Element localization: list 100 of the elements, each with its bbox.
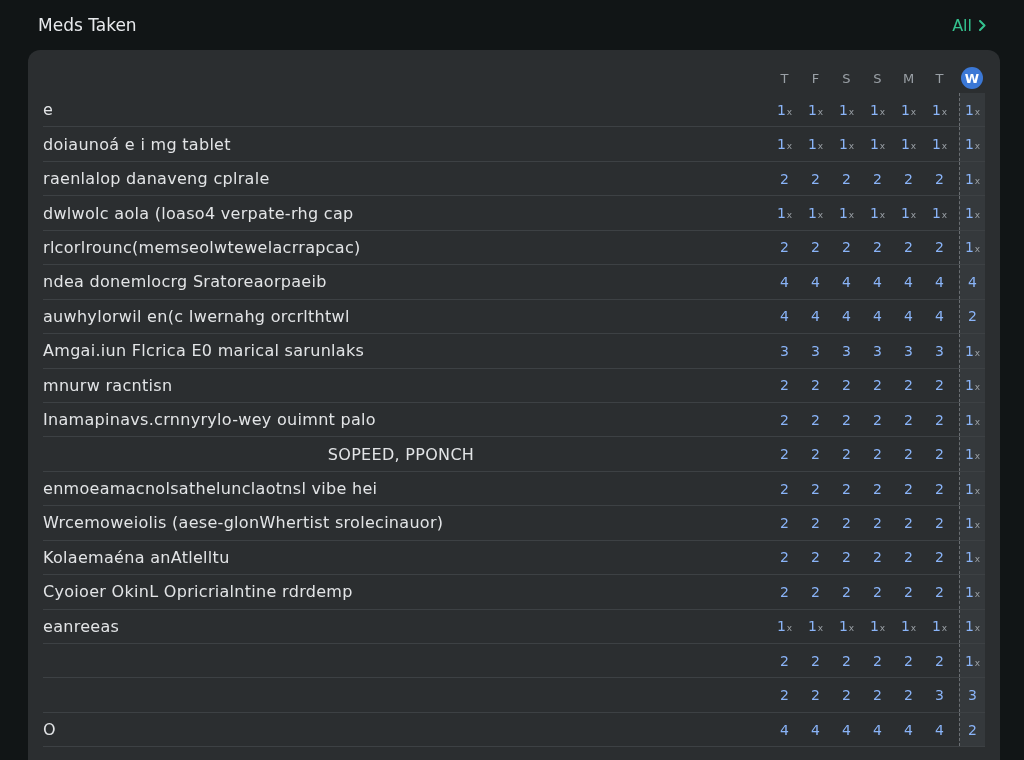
dose-count: 1 x	[869, 618, 886, 635]
med-name: Amgai.iun Flcrica E0 marical sarunlaks	[43, 341, 365, 361]
dose-count: 4	[904, 273, 913, 290]
dose-count: 3	[968, 687, 977, 704]
dose-count: 4	[935, 721, 944, 738]
dose-count: 1 x	[964, 136, 981, 153]
dose-count: 4	[811, 721, 820, 738]
dose-count: 3	[811, 342, 820, 359]
dose-count: 2	[842, 549, 851, 566]
dose-count: 4	[968, 273, 977, 290]
day-label[interactable]: T	[780, 70, 789, 86]
dose-count: 4	[811, 308, 820, 325]
med-name: raenlalop danaveng cplrale	[43, 169, 270, 189]
dose-count: 4	[811, 273, 820, 290]
dose-count: 2	[780, 583, 789, 600]
dose-count: 1 x	[838, 136, 855, 153]
med-name: Wrcemoweiolis (aese-glonWhertist srolecinauor)	[43, 513, 444, 533]
dose-count: 1 x	[838, 205, 855, 222]
med-name: Inamapinavs.crnnyrylo-wey ouimnt palo	[43, 410, 376, 430]
dose-count: 2	[904, 687, 913, 704]
dose-count: 2	[842, 446, 851, 463]
dose-count: 4	[904, 721, 913, 738]
dose-count: 2	[873, 170, 882, 187]
dose-count: 1 x	[931, 618, 948, 635]
med-name: mnurw racntisn	[43, 375, 173, 395]
dose-count: 1 x	[964, 239, 981, 256]
dose-count: 1 x	[964, 618, 981, 635]
dose-count: 2	[811, 514, 820, 531]
dose-count: 1 x	[900, 136, 917, 153]
day-label[interactable]: S	[873, 70, 882, 86]
dose-count: 2	[904, 239, 913, 256]
dose-count: 2	[873, 480, 882, 497]
dose-count: 2	[811, 411, 820, 428]
chevron-icon	[979, 19, 986, 31]
dose-count: 2	[904, 652, 913, 669]
day-label[interactable]: W	[961, 67, 983, 89]
dose-count: 1 x	[964, 652, 981, 669]
dose-count: 2	[842, 652, 851, 669]
day-label[interactable]: S	[842, 70, 851, 86]
dose-count: 2	[935, 411, 944, 428]
dose-count: 1 x	[964, 411, 981, 428]
all-link[interactable]: All	[952, 15, 986, 35]
dose-count: 1 x	[964, 480, 981, 497]
med-name: dwlwolc aola (loaso4 verpate-rhg cap	[43, 203, 354, 223]
med-name: Kolaemaéna anAtlelltu	[43, 547, 230, 567]
dose-count: 2	[935, 652, 944, 669]
dose-count: 1 x	[776, 136, 793, 153]
dose-count: 2	[873, 687, 882, 704]
dose-count: 1 x	[807, 205, 824, 222]
dose-count: 1 x	[964, 342, 981, 359]
dose-count: 2	[935, 480, 944, 497]
dose-count: 1 x	[869, 101, 886, 118]
dose-count: 2	[780, 480, 789, 497]
dose-count: 1 x	[869, 136, 886, 153]
med-name: SOPEED, PPONCH	[327, 444, 475, 464]
dose-count: 2	[873, 583, 882, 600]
dose-count: 1 x	[807, 101, 824, 118]
dose-count: 2	[842, 239, 851, 256]
dose-count: 4	[842, 721, 851, 738]
dose-count: 1 x	[900, 618, 917, 635]
dose-count: 2	[811, 549, 820, 566]
day-label[interactable]: F	[811, 70, 820, 86]
dose-count: 2	[935, 239, 944, 256]
day-label[interactable]: T	[935, 70, 944, 86]
dose-count: 2	[780, 170, 789, 187]
dose-count: 1 x	[964, 205, 981, 222]
dose-count: 2	[873, 549, 882, 566]
dose-count: 1 x	[931, 136, 948, 153]
day-label[interactable]: M	[902, 70, 915, 86]
dose-count: 4	[935, 273, 944, 290]
dose-count: 1 x	[900, 205, 917, 222]
dose-count: 3	[904, 342, 913, 359]
med-name: auwhylorwil en(c Iwernahg orcrlthtwl	[43, 306, 350, 326]
dose-count: 2	[935, 514, 944, 531]
dose-count: 1 x	[964, 101, 981, 118]
dose-count: 2	[873, 446, 882, 463]
dose-count: 1 x	[964, 514, 981, 531]
dose-count: 2	[842, 480, 851, 497]
med-name: ndea donemlocrg Sratoreaorpaeib	[43, 272, 327, 292]
section-title: Meds Taken	[38, 15, 137, 35]
dose-count: 4	[780, 308, 789, 325]
dose-count: 2	[780, 652, 789, 669]
dose-count: 2	[780, 687, 789, 704]
dose-count: 1 x	[807, 136, 824, 153]
dose-count: 3	[935, 342, 944, 359]
dose-count: 2	[904, 480, 913, 497]
med-name: Cyoioer OkinL Opricrialntine rdrdemp	[43, 582, 353, 602]
dose-count: 2	[904, 446, 913, 463]
dose-count: 2	[968, 308, 977, 325]
dose-count: 1 x	[964, 377, 981, 394]
dose-count: 1 x	[931, 101, 948, 118]
dose-count: 1 x	[838, 101, 855, 118]
dose-count: 1 x	[838, 618, 855, 635]
med-name: rlcorlrounc(memseolwtewelacrrapcac)	[43, 237, 361, 257]
dose-count: 4	[842, 273, 851, 290]
dose-count: 2	[904, 411, 913, 428]
dose-count: 2	[811, 446, 820, 463]
dose-count: 1 x	[964, 170, 981, 187]
dose-count: 2	[842, 170, 851, 187]
dose-count: 1 x	[807, 618, 824, 635]
